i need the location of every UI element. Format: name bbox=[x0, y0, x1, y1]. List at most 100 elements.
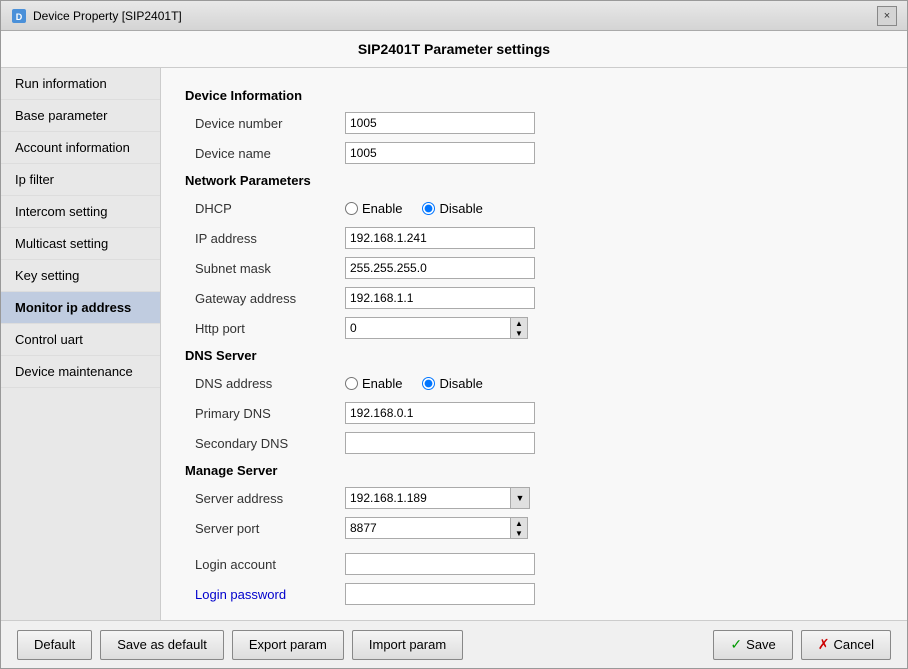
manage-server-section-title: Manage Server bbox=[185, 463, 883, 478]
header-bar: SIP2401T Parameter settings bbox=[1, 31, 907, 68]
title-bar: D Device Property [SIP2401T] × bbox=[1, 1, 907, 31]
import-param-button[interactable]: Import param bbox=[352, 630, 463, 660]
subnet-mask-input[interactable] bbox=[345, 257, 535, 279]
sidebar: Run information Base parameter Account i… bbox=[1, 68, 161, 620]
svg-text:D: D bbox=[16, 12, 23, 22]
server-port-row: Server port ▲ ▼ bbox=[185, 516, 883, 540]
server-port-down-button[interactable]: ▼ bbox=[511, 528, 527, 538]
save-button[interactable]: ✓ Save bbox=[713, 630, 792, 660]
footer-bar: Default Save as default Export param Imp… bbox=[1, 620, 907, 668]
title-bar-left: D Device Property [SIP2401T] bbox=[11, 8, 182, 24]
server-address-dropdown-button[interactable]: ▼ bbox=[510, 487, 530, 509]
sidebar-item-intercom-setting[interactable]: Intercom setting bbox=[1, 196, 160, 228]
primary-dns-row: Primary DNS bbox=[185, 401, 883, 425]
footer-right-buttons: ✓ Save ✗ Cancel bbox=[713, 630, 891, 660]
dhcp-enable-radio[interactable] bbox=[345, 202, 358, 215]
device-number-label: Device number bbox=[185, 116, 345, 131]
ip-address-row: IP address bbox=[185, 226, 883, 250]
http-port-spinner: ▲ ▼ bbox=[345, 317, 528, 339]
dns-enable-label: Enable bbox=[362, 376, 402, 391]
main-window: D Device Property [SIP2401T] × SIP2401T … bbox=[0, 0, 908, 669]
secondary-dns-row: Secondary DNS bbox=[185, 431, 883, 455]
subnet-mask-label: Subnet mask bbox=[185, 261, 345, 276]
device-number-row: Device number bbox=[185, 111, 883, 135]
login-account-row: Login account bbox=[185, 552, 883, 576]
gateway-address-row: Gateway address bbox=[185, 286, 883, 310]
device-number-input[interactable] bbox=[345, 112, 535, 134]
dhcp-row: DHCP Enable Disable bbox=[185, 196, 883, 220]
gateway-address-input[interactable] bbox=[345, 287, 535, 309]
server-address-input[interactable] bbox=[345, 487, 510, 509]
http-port-label: Http port bbox=[185, 321, 345, 336]
http-port-down-button[interactable]: ▼ bbox=[511, 328, 527, 338]
primary-dns-label: Primary DNS bbox=[185, 406, 345, 421]
window-icon: D bbox=[11, 8, 27, 24]
dns-disable-radio[interactable] bbox=[422, 377, 435, 390]
sidebar-item-control-uart[interactable]: Control uart bbox=[1, 324, 160, 356]
window-title: Device Property [SIP2401T] bbox=[33, 9, 182, 23]
sidebar-item-device-maintenance[interactable]: Device maintenance bbox=[1, 356, 160, 388]
server-port-spinner: ▲ ▼ bbox=[345, 517, 528, 539]
dns-address-row: DNS address Enable Disable bbox=[185, 371, 883, 395]
http-port-row: Http port ▲ ▼ bbox=[185, 316, 883, 340]
login-account-label: Login account bbox=[185, 557, 345, 572]
server-address-row: Server address ▼ bbox=[185, 486, 883, 510]
dhcp-enable-label: Enable bbox=[362, 201, 402, 216]
dhcp-radio-group: Enable Disable bbox=[345, 201, 483, 216]
http-port-input[interactable] bbox=[345, 317, 510, 339]
save-label: Save bbox=[746, 637, 776, 652]
dns-disable-option[interactable]: Disable bbox=[422, 376, 482, 391]
dhcp-disable-label: Disable bbox=[439, 201, 482, 216]
dhcp-enable-option[interactable]: Enable bbox=[345, 201, 402, 216]
cancel-button[interactable]: ✗ Cancel bbox=[801, 630, 891, 660]
server-address-label: Server address bbox=[185, 491, 345, 506]
gateway-address-label: Gateway address bbox=[185, 291, 345, 306]
server-port-label: Server port bbox=[185, 521, 345, 536]
sidebar-item-run-information[interactable]: Run information bbox=[1, 68, 160, 100]
device-info-section-title: Device Information bbox=[185, 88, 883, 103]
save-check-icon: ✓ bbox=[730, 636, 742, 653]
login-account-input[interactable] bbox=[345, 553, 535, 575]
ip-address-input[interactable] bbox=[345, 227, 535, 249]
cancel-x-icon: ✗ bbox=[818, 636, 830, 653]
sidebar-item-key-setting[interactable]: Key setting bbox=[1, 260, 160, 292]
sidebar-item-base-parameter[interactable]: Base parameter bbox=[1, 100, 160, 132]
footer-left-buttons: Default Save as default Export param Imp… bbox=[17, 630, 463, 660]
secondary-dns-label: Secondary DNS bbox=[185, 436, 345, 451]
sidebar-item-monitor-ip-address[interactable]: Monitor ip address bbox=[1, 292, 160, 324]
main-content: Device Information Device number Device … bbox=[161, 68, 907, 620]
dns-radio-group: Enable Disable bbox=[345, 376, 483, 391]
device-name-input[interactable] bbox=[345, 142, 535, 164]
dns-enable-option[interactable]: Enable bbox=[345, 376, 402, 391]
header-title: SIP2401T Parameter settings bbox=[358, 41, 550, 57]
device-name-row: Device name bbox=[185, 141, 883, 165]
http-port-up-button[interactable]: ▲ bbox=[511, 318, 527, 328]
server-port-spinner-buttons: ▲ ▼ bbox=[510, 517, 528, 539]
content-area: Run information Base parameter Account i… bbox=[1, 68, 907, 620]
http-port-spinner-buttons: ▲ ▼ bbox=[510, 317, 528, 339]
close-button[interactable]: × bbox=[877, 6, 897, 26]
default-button[interactable]: Default bbox=[17, 630, 92, 660]
ip-address-label: IP address bbox=[185, 231, 345, 246]
export-param-button[interactable]: Export param bbox=[232, 630, 344, 660]
dhcp-disable-option[interactable]: Disable bbox=[422, 201, 482, 216]
server-port-input[interactable] bbox=[345, 517, 510, 539]
secondary-dns-input[interactable] bbox=[345, 432, 535, 454]
cancel-label: Cancel bbox=[834, 637, 874, 652]
server-address-dropdown: ▼ bbox=[345, 487, 530, 509]
dhcp-disable-radio[interactable] bbox=[422, 202, 435, 215]
save-as-default-button[interactable]: Save as default bbox=[100, 630, 224, 660]
dns-disable-label: Disable bbox=[439, 376, 482, 391]
primary-dns-input[interactable] bbox=[345, 402, 535, 424]
sidebar-item-ip-filter[interactable]: Ip filter bbox=[1, 164, 160, 196]
subnet-mask-row: Subnet mask bbox=[185, 256, 883, 280]
dns-server-section-title: DNS Server bbox=[185, 348, 883, 363]
login-password-input[interactable] bbox=[345, 583, 535, 605]
server-port-up-button[interactable]: ▲ bbox=[511, 518, 527, 528]
device-name-label: Device name bbox=[185, 146, 345, 161]
dhcp-label: DHCP bbox=[185, 201, 345, 216]
dns-enable-radio[interactable] bbox=[345, 377, 358, 390]
sidebar-item-account-information[interactable]: Account information bbox=[1, 132, 160, 164]
sidebar-item-multicast-setting[interactable]: Multicast setting bbox=[1, 228, 160, 260]
login-password-row: Login password bbox=[185, 582, 883, 606]
